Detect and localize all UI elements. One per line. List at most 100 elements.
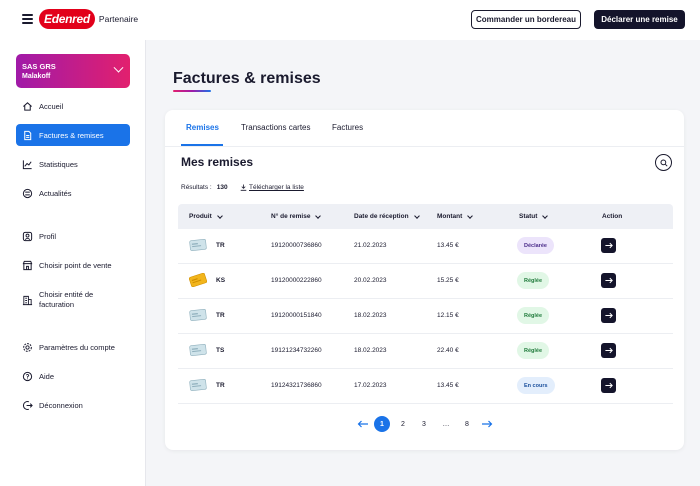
download-list-link[interactable]: Télécharger la liste xyxy=(240,184,304,191)
user-icon xyxy=(21,230,33,242)
row-action-button[interactable] xyxy=(601,308,616,323)
table-row: TS 19121234732260 18.02.2023 22.40 € Réglée xyxy=(178,334,673,369)
chart-icon xyxy=(21,158,33,170)
sidebar-item-statistiques[interactable]: Statistiques xyxy=(16,153,130,175)
order-bordereau-button[interactable]: Commander un bordereau xyxy=(471,10,581,29)
remise-number: 19120000151840 xyxy=(271,312,322,319)
product-code: TS xyxy=(216,347,225,354)
tab-transactions-cartes[interactable]: Transactions cartes xyxy=(241,123,311,132)
amount: 15.25 € xyxy=(437,277,459,284)
status-badge: Réglée xyxy=(517,342,550,359)
arrow-left-icon xyxy=(357,420,368,428)
top-bar: Edenred Partenaire Commander un borderea… xyxy=(0,0,700,40)
product-card-icon xyxy=(189,273,207,287)
sidebar-item-label: Actualités xyxy=(39,188,72,198)
column-label: Date de réception xyxy=(354,213,409,220)
sidebar-item-label: Profil xyxy=(39,231,57,241)
column-label: N° de remise xyxy=(271,213,311,220)
store-icon xyxy=(21,259,33,271)
product-code: TR xyxy=(216,382,225,389)
amount: 13.45 € xyxy=(437,242,459,249)
reception-date: 21.02.2023 xyxy=(354,242,387,249)
page-button[interactable]: 8 xyxy=(459,416,475,432)
sidebar-item-label: Factures & remises xyxy=(39,130,104,140)
prev-page-button[interactable] xyxy=(355,416,371,432)
brand-mark: Edenred xyxy=(39,9,95,29)
sidebar-item-actualites[interactable]: Actualités xyxy=(16,182,130,204)
page-button[interactable]: 3 xyxy=(416,416,432,432)
page-ellipsis: … xyxy=(442,420,450,428)
sidebar-item-parametres[interactable]: Paramètres du compte xyxy=(16,336,130,358)
column-statut[interactable]: Statut xyxy=(519,212,549,220)
sidebar-item-deconnexion[interactable]: Déconnexion xyxy=(16,394,130,416)
product-code: TR xyxy=(216,242,225,249)
title-underline xyxy=(173,90,211,92)
page-button[interactable]: 1 xyxy=(374,416,390,432)
remise-number: 19121234732260 xyxy=(271,347,322,354)
sidebar-item-point-de-vente[interactable]: Choisir point de vente xyxy=(16,254,130,276)
status-badge: Réglée xyxy=(517,272,550,289)
amount: 22.40 € xyxy=(437,347,459,354)
declare-remise-button[interactable]: Déclarer une remise xyxy=(594,10,685,29)
sidebar-item-factures-remises[interactable]: Factures & remises xyxy=(16,124,130,146)
account-name: SAS GRS xyxy=(22,62,56,71)
arrow-right-icon xyxy=(482,420,493,428)
remise-number: 19124321736860 xyxy=(271,382,322,389)
results-value: 130 xyxy=(216,184,228,191)
menu-icon[interactable] xyxy=(22,14,33,24)
row-action-button[interactable] xyxy=(601,273,616,288)
column-action: Action xyxy=(602,213,622,220)
download-label: Télécharger la liste xyxy=(249,184,304,191)
product-code: TR xyxy=(216,312,225,319)
tab-remises[interactable]: Remises xyxy=(186,123,219,132)
search-button[interactable] xyxy=(655,154,672,171)
building-icon xyxy=(21,294,33,306)
row-action-button[interactable] xyxy=(601,378,616,393)
status-badge: En cours xyxy=(517,377,555,394)
sort-chevron-icon xyxy=(467,212,474,219)
sidebar-item-label: Statistiques xyxy=(39,159,78,169)
sort-chevron-icon xyxy=(542,212,549,219)
sidebar-item-accueil[interactable]: Accueil xyxy=(16,95,130,117)
sidebar-item-label: Aide xyxy=(39,371,55,381)
table-row: TR 19120000736860 21.02.2023 13.45 € Déclaré… xyxy=(178,229,673,264)
results-count: Résultats : 130 xyxy=(181,184,228,191)
column-numero-remise[interactable]: N° de remise xyxy=(271,212,322,220)
next-page-button[interactable] xyxy=(479,416,495,432)
arrow-right-icon xyxy=(604,312,613,319)
row-action-button[interactable] xyxy=(601,343,616,358)
remise-number: 19120000222860 xyxy=(271,277,322,284)
brand-logo[interactable]: Edenred Partenaire xyxy=(39,8,138,30)
sidebar-item-aide[interactable]: Aide xyxy=(16,365,130,387)
product-card-icon xyxy=(189,239,207,251)
column-produit[interactable]: Produit xyxy=(189,212,223,220)
arrow-right-icon xyxy=(604,277,613,284)
page-button[interactable]: 2 xyxy=(395,416,411,432)
sidebar: SAS GRS Malakoff Accueil Factures & remi… xyxy=(0,40,146,486)
table-row: KS 19120000222860 20.02.2023 15.25 € Réglée xyxy=(178,264,673,299)
table-row: TR 19120000151840 18.02.2023 12.15 € Réglée xyxy=(178,299,673,334)
section-title: Mes remises xyxy=(181,155,254,169)
product-code: KS xyxy=(216,277,226,284)
column-date-reception[interactable]: Date de réception xyxy=(354,212,420,220)
account-selector[interactable]: SAS GRS Malakoff xyxy=(16,54,130,88)
reception-date: 20.02.2023 xyxy=(354,277,387,284)
sort-chevron-icon xyxy=(413,212,420,219)
column-montant[interactable]: Montant xyxy=(437,212,474,220)
sidebar-item-label: Déconnexion xyxy=(39,400,83,410)
reception-date: 18.02.2023 xyxy=(354,347,387,354)
sidebar-item-entite-facturation[interactable]: Choisir entité de facturation xyxy=(16,286,130,314)
product-card-icon xyxy=(189,379,207,391)
sidebar-item-label: Accueil xyxy=(39,101,64,111)
home-icon xyxy=(21,100,33,112)
sidebar-item-profil[interactable]: Profil xyxy=(16,225,130,247)
search-icon xyxy=(659,158,668,167)
tabs-divider xyxy=(165,146,684,147)
sidebar-item-label: Paramètres du compte xyxy=(39,342,115,352)
row-action-button[interactable] xyxy=(601,238,616,253)
tab-factures[interactable]: Factures xyxy=(332,123,363,132)
account-city: Malakoff xyxy=(22,73,51,80)
remise-number: 19120000736860 xyxy=(271,242,322,249)
sidebar-item-label: Choisir entité de facturation xyxy=(39,290,94,309)
amount: 13.45 € xyxy=(437,382,459,389)
